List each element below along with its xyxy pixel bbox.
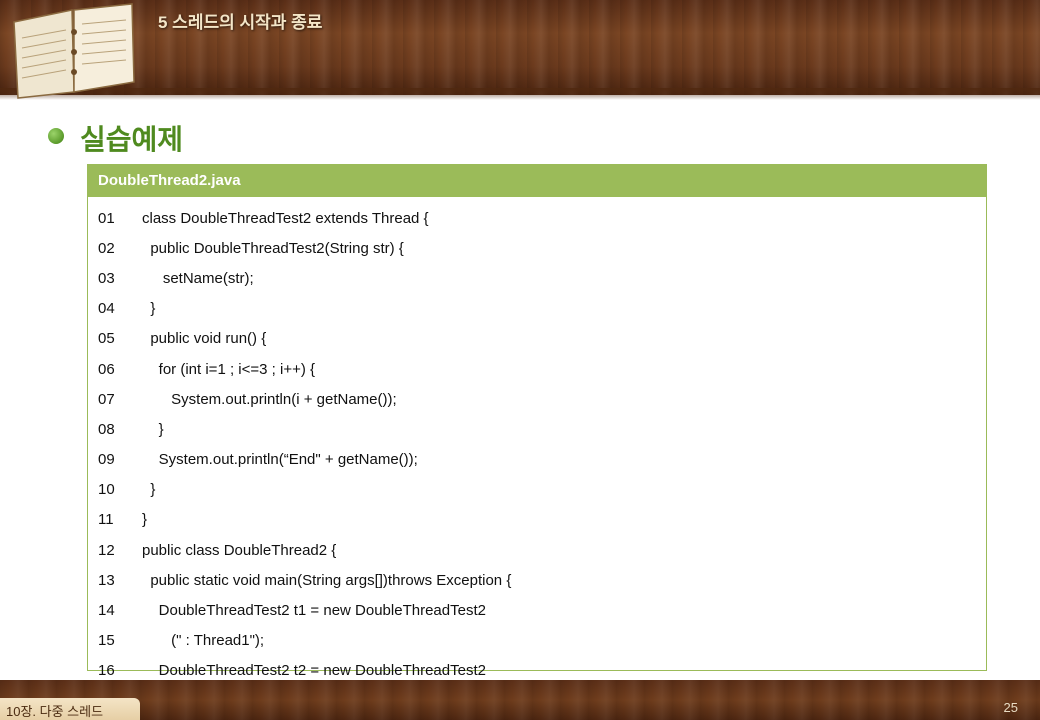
section-title: 실습예제 <box>80 123 184 156</box>
line-text: public void run() { <box>142 330 267 348</box>
line-number: 12 <box>98 541 115 559</box>
code-line: 11} <box>88 505 986 535</box>
code-line: 14 DoubleThreadTest2 t1 = new DoubleThre… <box>88 595 986 625</box>
line-number: 14 <box>98 602 115 620</box>
code-line: 12 public class DoubleThread2 { <box>88 535 986 565</box>
code-line: 08 } <box>88 414 986 444</box>
code-line: 04 } <box>88 294 986 324</box>
code-line: 15 (" : Thread1"); <box>88 626 986 656</box>
line-number: 07 <box>98 390 115 408</box>
line-text: class DoubleThreadTest2 extends Thread { <box>142 209 429 227</box>
line-text: public static void main(String args[])th… <box>142 571 512 589</box>
line-text: public class DoubleThread2 { <box>142 541 337 559</box>
line-number: 10 <box>98 481 115 499</box>
code-line: 05 public void run() { <box>88 324 986 354</box>
bullet-icon <box>48 128 64 144</box>
header-shadow <box>0 88 1040 100</box>
code-line: 13 public static void main(String args[]… <box>88 565 986 595</box>
wood-header-banner <box>0 0 1040 95</box>
line-text: } <box>142 511 148 529</box>
code-filename: DoubleThread2.java <box>88 165 986 197</box>
code-line: 10 } <box>88 475 986 505</box>
code-line: 03 setName(str); <box>88 263 986 293</box>
line-number: 03 <box>98 269 115 287</box>
line-number: 15 <box>98 632 115 650</box>
code-line: 07 System.out.println(i + getName()); <box>88 384 986 414</box>
line-text: setName(str); <box>142 269 254 287</box>
footer-chapter-label: 10장. 다중 스레드 <box>6 704 104 719</box>
line-text: DoubleThreadTest2 t1 = new DoubleThreadT… <box>142 602 486 620</box>
line-number: 16 <box>98 662 115 680</box>
code-lines: 01 class DoubleThreadTest2 extends Thread… <box>88 197 986 686</box>
code-line: 02 public DoubleThreadTest2(String str) … <box>88 233 986 263</box>
line-number: 04 <box>98 300 115 318</box>
line-text: for (int i=1 ; i<=3 ; i++) { <box>142 360 316 378</box>
code-line: 09 System.out.println(“End" + getName())… <box>88 445 986 475</box>
line-text: DoubleThreadTest2 t2 = new DoubleThreadT… <box>142 662 486 680</box>
line-text: } <box>142 481 156 499</box>
line-number: 09 <box>98 451 115 469</box>
line-text: (" : Thread1"); <box>142 632 265 650</box>
line-text: } <box>142 420 164 438</box>
line-number: 01 <box>98 209 115 227</box>
wood-footer-banner <box>0 680 1040 720</box>
line-number: 11 <box>98 511 114 529</box>
code-listing: DoubleThread2.java 01 class DoubleThreadT… <box>87 164 987 679</box>
code-line: 06 for (int i=1 ; i<=3 ; i++) { <box>88 354 986 384</box>
line-text: System.out.println(“End" + getName()); <box>142 451 418 469</box>
open-book-icon <box>13 3 135 99</box>
line-text: System.out.println(i + getName()); <box>142 390 397 408</box>
line-number: 02 <box>98 239 115 257</box>
line-text: } <box>142 300 156 318</box>
chapter-title: 5 스레드의 시작과 종료 <box>158 13 323 32</box>
line-text: public DoubleThreadTest2(String str) { <box>142 239 404 257</box>
line-number: 08 <box>98 420 115 438</box>
line-number: 13 <box>98 571 115 589</box>
page-number: 25 <box>1003 700 1018 715</box>
line-number: 05 <box>98 330 115 348</box>
line-number: 06 <box>98 360 115 378</box>
code-line: 01 class DoubleThreadTest2 extends Thread… <box>88 203 986 233</box>
